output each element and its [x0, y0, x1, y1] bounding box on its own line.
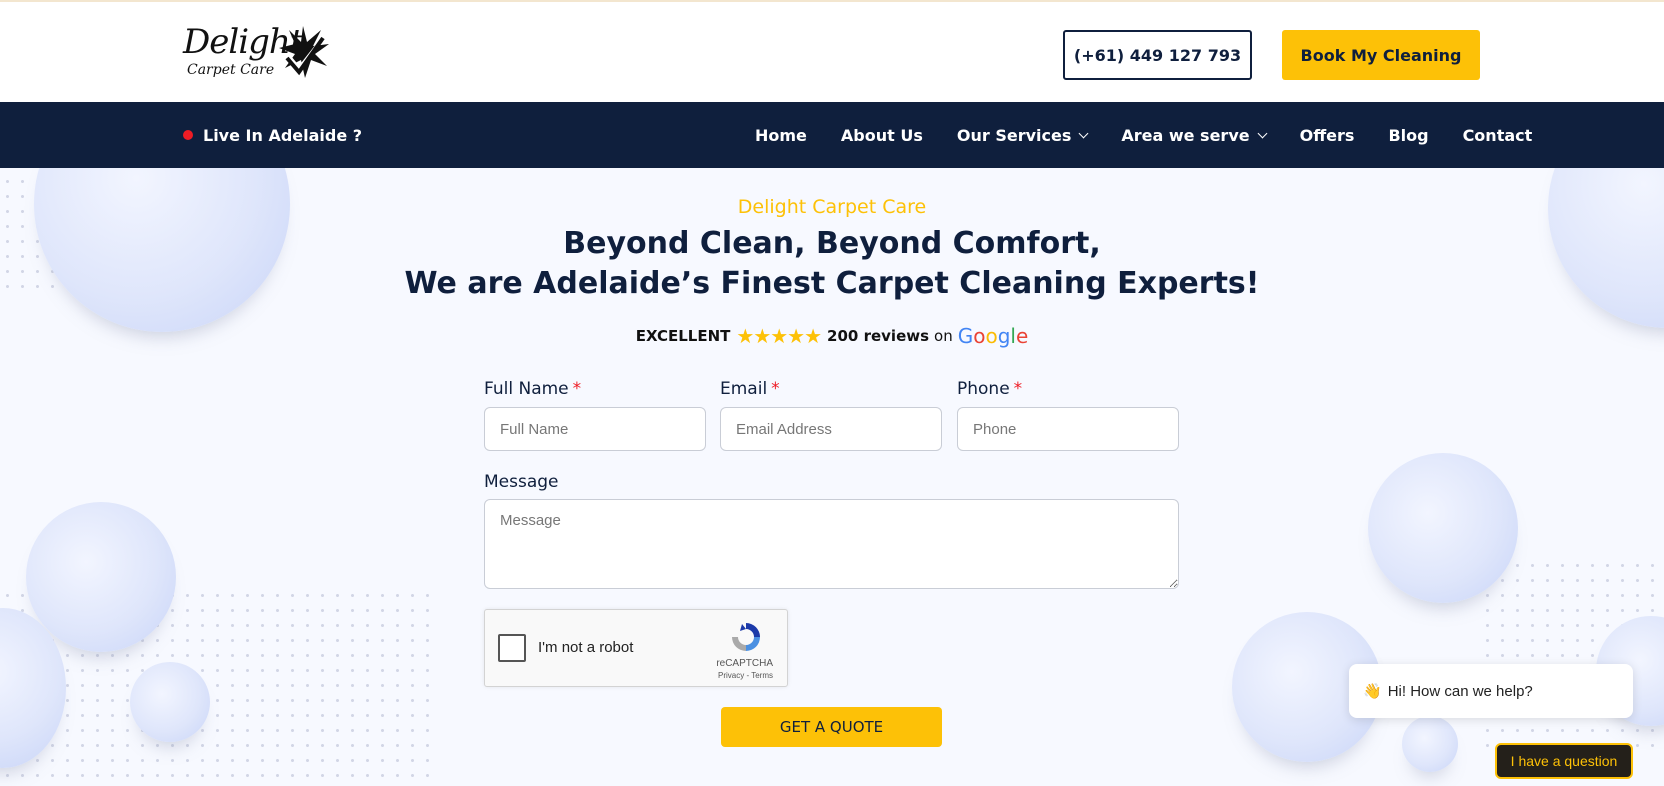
phone-field[interactable] — [957, 407, 1179, 451]
recaptcha-brand: reCAPTCHA — [716, 658, 773, 669]
chat-greeting[interactable]: 👋 Hi! How can we help? — [1349, 664, 1633, 718]
nav-item-home[interactable]: Home — [755, 126, 807, 145]
decor-bubble — [130, 662, 210, 742]
decor-bubble — [26, 502, 176, 652]
chevron-down-icon — [1257, 128, 1268, 138]
google-letter: o — [973, 324, 986, 348]
recaptcha-label: I'm not a robot — [538, 639, 634, 656]
label-text: Full Name — [484, 379, 569, 399]
star-rating-icon: ★★★★★ — [736, 324, 822, 348]
title-line-1: Beyond Clean, Beyond Comfort, — [563, 226, 1101, 261]
required-marker: * — [771, 379, 780, 399]
email-field[interactable] — [720, 407, 942, 451]
review-count: 200 reviews — [827, 327, 930, 345]
label-text: Message — [484, 472, 559, 492]
logo[interactable]: Delight Carpet Care — [183, 22, 333, 88]
logo-sub: Carpet Care — [187, 62, 275, 78]
recaptcha-widget: I'm not a robot reCAPTCHA Privacy - Term… — [484, 609, 788, 687]
wave-icon: 👋 — [1363, 683, 1382, 700]
logo-star-icon — [279, 26, 329, 78]
phone-button[interactable]: (+61) 449 127 793 — [1063, 30, 1252, 80]
nav-label: About Us — [840, 125, 923, 145]
full-name-label: Full Name * — [484, 379, 581, 399]
message-field[interactable] — [484, 499, 1179, 589]
nav-label: Blog — [1388, 125, 1429, 145]
nav-item-our-services[interactable]: Our Services — [956, 125, 1089, 145]
google-reviews-badge[interactable]: EXCELLENT ★★★★★ 200 reviews on Google — [0, 324, 1664, 348]
live-location[interactable]: Live In Adelaide ? — [183, 102, 362, 168]
page-title: Beyond Clean, Beyond Comfort, We are Ade… — [0, 224, 1664, 304]
hero-eyebrow: Delight Carpet Care — [737, 196, 927, 218]
title-line-2: We are Adelaide’s Finest Carpet Cleaning… — [404, 266, 1260, 301]
rating-label: EXCELLENT — [635, 327, 731, 345]
recaptcha-links[interactable]: Privacy - Terms — [485, 671, 773, 680]
google-letter: G — [957, 324, 974, 348]
nav-item-contact[interactable]: Contact — [1463, 126, 1533, 145]
nav-item-area-we-serve[interactable]: Area we serve — [1121, 125, 1268, 145]
phone-label: Phone * — [957, 379, 1022, 399]
on-label: on — [934, 327, 953, 345]
nav-label: Home — [755, 125, 807, 145]
book-cleaning-button[interactable]: Book My Cleaning — [1282, 30, 1480, 80]
email-label: Email * — [720, 379, 780, 399]
nav-item-blog[interactable]: Blog — [1388, 126, 1428, 145]
label-text: Email — [720, 379, 768, 399]
nav-item-about-us[interactable]: About Us — [841, 126, 923, 145]
recaptcha-icon — [732, 623, 760, 651]
get-quote-button[interactable]: GET A QUOTE — [721, 707, 942, 747]
nav-label: Our Services — [956, 125, 1072, 145]
google-letter: o — [985, 324, 998, 348]
site-header: Delight Carpet Care (+61) 449 127 793 Bo… — [0, 2, 1664, 102]
full-name-field[interactable] — [484, 407, 706, 451]
google-logo: Google — [958, 324, 1029, 348]
nav-label: Contact — [1462, 125, 1533, 145]
decor-bubble — [1368, 453, 1518, 603]
main-navbar: Live In Adelaide ? Home About Us Our Ser… — [0, 102, 1664, 168]
label-text: Phone — [957, 379, 1010, 399]
google-letter: g — [997, 324, 1011, 348]
message-label: Message — [484, 472, 559, 492]
live-dot-icon — [183, 130, 193, 140]
live-label: Live In Adelaide ? — [203, 125, 363, 145]
required-marker: * — [572, 379, 582, 399]
nav-item-offers[interactable]: Offers — [1300, 126, 1355, 145]
decor-bubble — [1402, 716, 1458, 772]
required-marker: * — [1013, 379, 1023, 399]
nav-label: Area we serve — [1121, 125, 1250, 145]
nav-label: Offers — [1299, 125, 1355, 145]
chat-question-button[interactable]: I have a question — [1495, 743, 1633, 779]
chevron-down-icon — [1078, 128, 1089, 138]
google-letter: e — [1015, 324, 1029, 348]
chat-greeting-text: Hi! How can we help? — [1387, 682, 1533, 700]
nav-menu: Home About Us Our Services Area we serve… — [755, 102, 1532, 168]
